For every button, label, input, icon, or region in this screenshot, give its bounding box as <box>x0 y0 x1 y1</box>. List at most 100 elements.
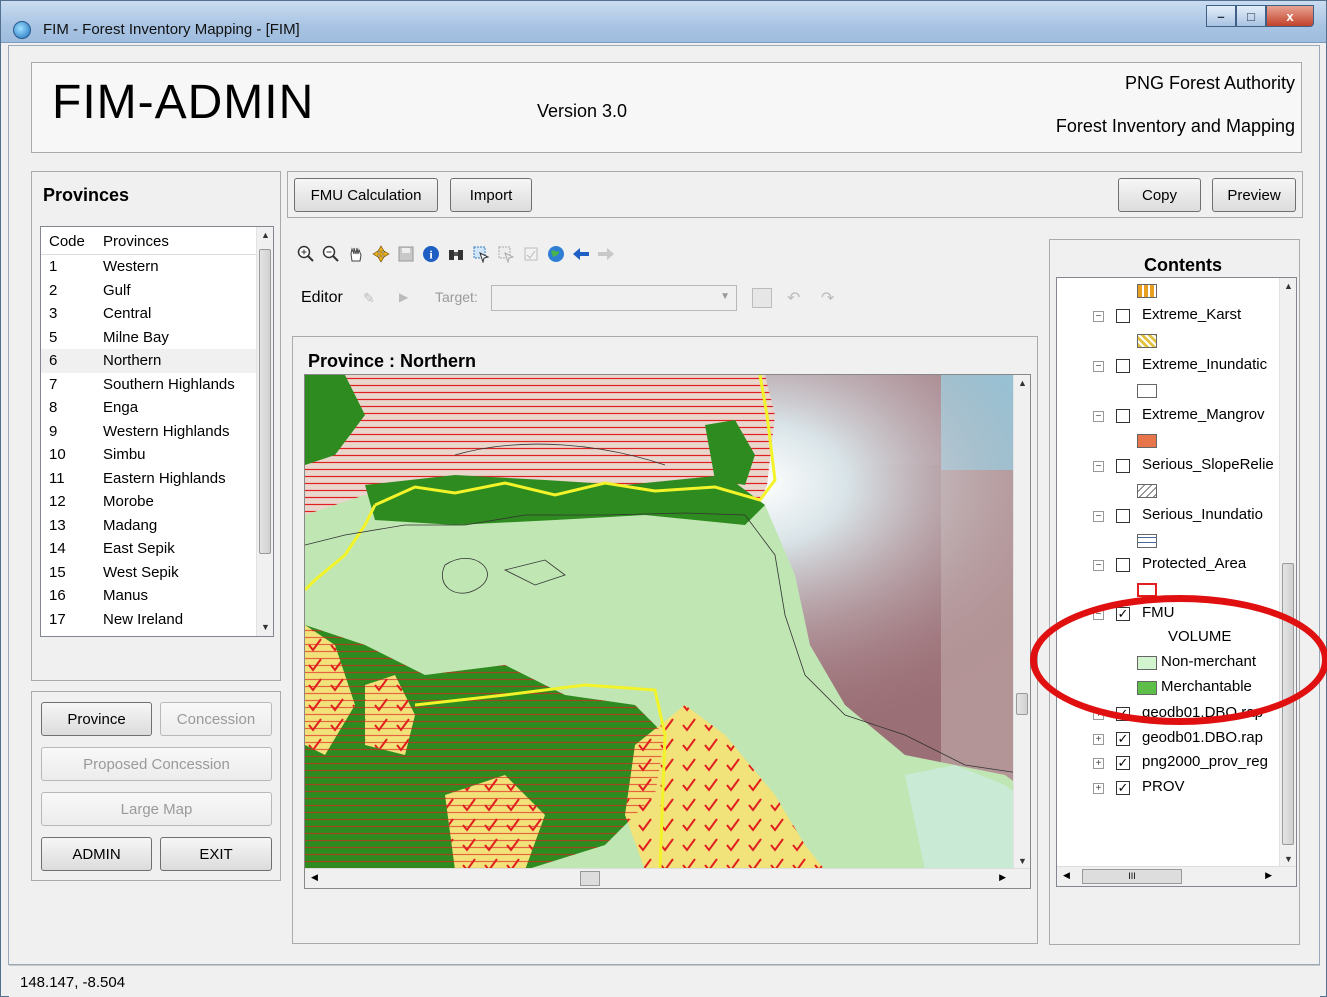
zoom-out-icon[interactable] <box>321 244 340 263</box>
layer-checkbox[interactable]: ✓ <box>1116 756 1130 770</box>
map-vscroll-thumb[interactable] <box>1016 693 1028 715</box>
col-provinces-header[interactable]: Provinces <box>103 233 169 250</box>
layer-toc[interactable]: − Extreme_Karst − Extreme_Inundatic − Ex… <box>1056 277 1297 887</box>
forward-arrow-icon[interactable] <box>596 244 615 263</box>
target-dropdown[interactable]: ▼ <box>491 285 737 311</box>
chevron-down-icon[interactable]: ▼ <box>720 291 730 302</box>
toc-scroll-left-icon[interactable]: ◀ <box>1063 870 1070 881</box>
large-map-button[interactable]: Large Map <box>41 792 272 826</box>
editor-label[interactable]: Editor <box>301 289 343 307</box>
province-row[interactable]: 6 Northern <box>41 349 257 373</box>
province-row[interactable]: 12 Morobe <box>41 490 257 514</box>
exit-button[interactable]: EXIT <box>160 837 272 871</box>
map-scroll-up-icon[interactable]: ▲ <box>1014 375 1030 392</box>
undo-icon[interactable]: ↶ <box>787 288 800 308</box>
province-code: 12 <box>49 493 66 510</box>
col-code-header[interactable]: Code <box>49 233 85 250</box>
preview-button[interactable]: Preview <box>1212 178 1296 212</box>
close-button[interactable]: x <box>1266 5 1314 27</box>
expand-icon[interactable]: + <box>1093 783 1104 794</box>
clear-select-icon[interactable] <box>496 244 515 263</box>
concession-button[interactable]: Concession <box>160 702 272 736</box>
layer-label: Serious_SlopeRelie <box>1142 456 1274 473</box>
save-icon[interactable] <box>396 244 415 263</box>
province-row[interactable]: 10 Simbu <box>41 443 257 467</box>
edit-tool-icon[interactable]: ▶ <box>399 290 413 306</box>
map-canvas[interactable] <box>305 375 1031 870</box>
collapse-icon[interactable]: − <box>1093 511 1104 522</box>
layer-checkbox[interactable] <box>1116 459 1130 473</box>
province-row[interactable]: 8 Enga <box>41 396 257 420</box>
layer-checkbox[interactable] <box>1116 409 1130 423</box>
layer-checkbox[interactable] <box>1116 309 1130 323</box>
select-icon[interactable] <box>471 244 490 263</box>
pan-hand-icon[interactable] <box>346 244 365 263</box>
scroll-down-icon[interactable]: ▼ <box>257 619 273 636</box>
province-row[interactable]: 1 Western <box>41 255 257 279</box>
province-row[interactable]: 16 Manus <box>41 584 257 608</box>
copy-button[interactable]: Copy <box>1118 178 1201 212</box>
collapse-icon[interactable]: − <box>1093 411 1104 422</box>
scroll-thumb[interactable] <box>259 249 271 554</box>
import-button[interactable]: Import <box>450 178 532 212</box>
list-header: Code Provinces <box>41 227 257 255</box>
map-vscroll[interactable]: ▲ ▼ <box>1013 375 1030 870</box>
edit-pencil-icon[interactable]: ✎ <box>363 290 379 306</box>
province-row[interactable]: 3 Central <box>41 302 257 326</box>
legend-swatch <box>1137 334 1157 348</box>
toc-scroll-right-icon[interactable]: ▶ <box>1265 870 1272 881</box>
expand-icon[interactable]: + <box>1093 758 1104 769</box>
redo-icon[interactable]: ↷ <box>821 288 834 308</box>
zoom-in-icon[interactable] <box>296 244 315 263</box>
back-arrow-icon[interactable] <box>571 244 590 263</box>
collapse-icon[interactable]: − <box>1093 560 1104 571</box>
identify-icon[interactable]: i <box>421 244 440 263</box>
maximize-button[interactable]: □ <box>1236 5 1266 27</box>
layer-label: Extreme_Karst <box>1142 306 1242 323</box>
layer-checkbox[interactable] <box>1116 359 1130 373</box>
province-row[interactable]: 2 Gulf <box>41 279 257 303</box>
sketch-properties-icon[interactable] <box>752 288 772 308</box>
toc-scroll-up-icon[interactable]: ▲ <box>1280 278 1296 295</box>
globe-icon[interactable] <box>546 244 565 263</box>
collapse-icon[interactable]: − <box>1093 461 1104 472</box>
province-row[interactable]: 11 Eastern Highlands <box>41 467 257 491</box>
admin-button[interactable]: ADMIN <box>41 837 152 871</box>
provinces-list[interactable]: Code Provinces 1 Western 2 Gulf 3 Central 5 Mil… <box>40 226 274 637</box>
title-bar: FIM - Forest Inventory Mapping - [FIM] –… <box>1 1 1326 43</box>
province-row[interactable]: 13 Madang <box>41 514 257 538</box>
layer-checkbox[interactable]: ✓ <box>1116 732 1130 746</box>
province-row[interactable]: 14 East Sepik <box>41 537 257 561</box>
toc-vscroll[interactable]: ▲ ▼ <box>1279 278 1296 868</box>
minimize-button[interactable]: – <box>1206 5 1236 27</box>
expand-icon[interactable]: + <box>1093 734 1104 745</box>
province-row[interactable]: 15 West Sepik <box>41 561 257 585</box>
province-code: 1 <box>49 258 58 275</box>
map-hscroll-thumb[interactable] <box>580 871 600 886</box>
fmu-calculation-button[interactable]: FMU Calculation <box>294 178 438 212</box>
toc-hscroll[interactable]: ◀ III ▶ <box>1057 866 1296 886</box>
province-row[interactable]: 17 New Ireland <box>41 608 257 632</box>
full-extent-icon[interactable] <box>371 244 390 263</box>
scroll-up-icon[interactable]: ▲ <box>257 227 273 244</box>
proposed-concession-button[interactable]: Proposed Concession <box>41 747 272 781</box>
province-row[interactable]: 7 Southern Highlands <box>41 373 257 397</box>
measure-icon[interactable] <box>521 244 540 263</box>
layer-checkbox[interactable]: ✓ <box>1116 781 1130 795</box>
toc-hscroll-thumb[interactable]: III <box>1082 869 1182 884</box>
map-scroll-right-icon[interactable]: ▶ <box>999 872 1006 883</box>
province-button[interactable]: Province <box>41 702 152 736</box>
province-row[interactable]: 9 Western Highlands <box>41 420 257 444</box>
province-code: 3 <box>49 305 58 322</box>
map-view[interactable]: ▲ ▼ ◀ ▶ <box>304 374 1031 889</box>
collapse-icon[interactable]: − <box>1093 361 1104 372</box>
provinces-scrollbar[interactable]: ▲ ▼ <box>256 227 273 636</box>
map-hscroll[interactable]: ◀ ▶ <box>305 868 1030 888</box>
layer-checkbox[interactable] <box>1116 509 1130 523</box>
layer-checkbox[interactable] <box>1116 558 1130 572</box>
province-row[interactable]: 5 Milne Bay <box>41 326 257 350</box>
find-binoculars-icon[interactable] <box>446 244 465 263</box>
collapse-icon[interactable]: − <box>1093 311 1104 322</box>
layer-label: Serious_Inundatio <box>1142 506 1263 523</box>
map-scroll-left-icon[interactable]: ◀ <box>311 872 318 883</box>
